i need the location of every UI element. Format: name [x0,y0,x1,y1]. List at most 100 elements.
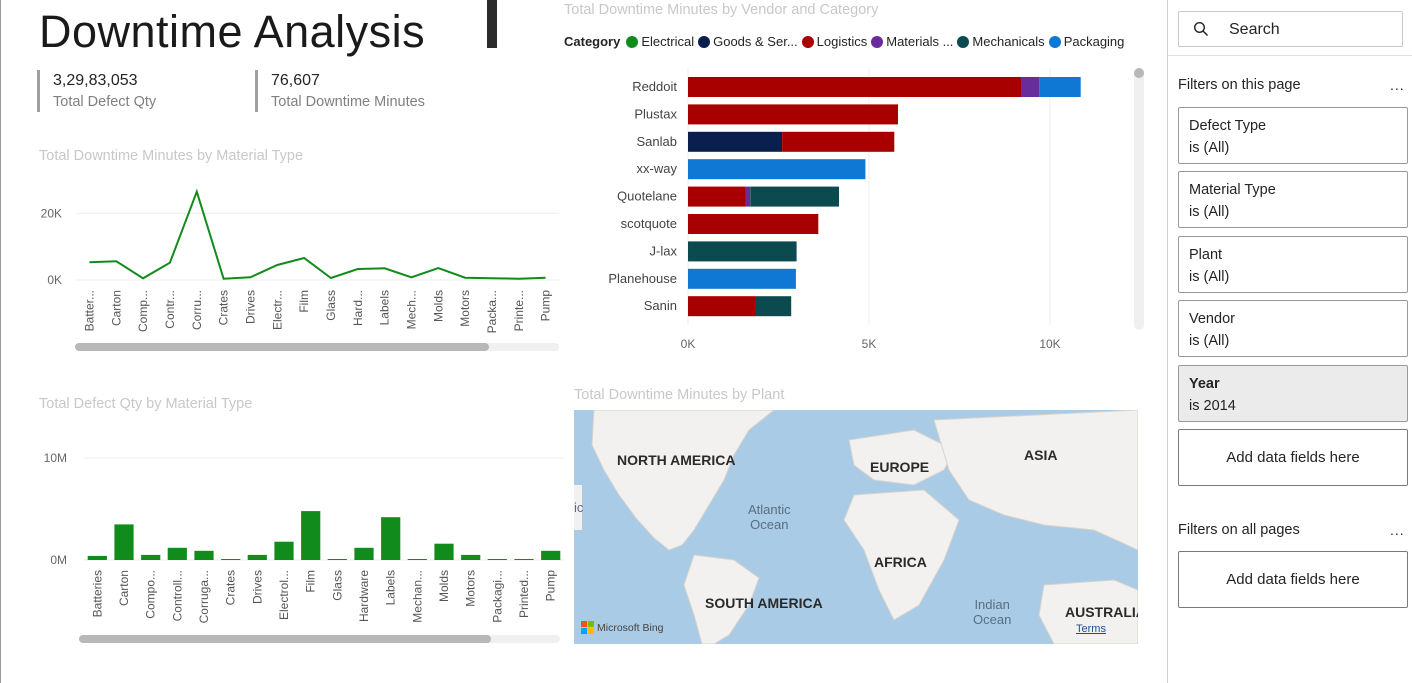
legend-item-materials[interactable]: Materials ... [871,34,953,49]
stacked-bar-segment [782,131,895,152]
x-tick-label: Hardware [357,570,371,622]
line-chart-horizontal-scrollbar[interactable] [75,343,559,351]
add-data-fields-page-dropzone[interactable]: Add data fields here [1178,429,1408,486]
y-tick-label: 10M [44,451,67,465]
x-tick-label: Labels [378,290,392,325]
x-tick-label: Packagi... [490,570,504,623]
more-options-icon[interactable]: ... [1390,77,1405,93]
column-bar [487,559,507,560]
x-tick-label: Drives [243,290,257,324]
more-options-icon[interactable]: ... [1390,522,1405,538]
report-canvas: Downtime Analysis 3,29,83,053 Total Defe… [0,0,1167,683]
column-bar [274,541,294,560]
search-icon [1193,21,1209,37]
column-bar [461,554,481,560]
scrollbar-thumb[interactable] [75,343,489,351]
legend-item-logistics[interactable]: Logistics [801,34,867,49]
material-column-chart[interactable]: 10M 0M Batteries Carton Compo... Controll... C… [21,418,566,633]
x-tick-label: Drives [250,570,264,604]
map-label-indian-ocean: Indian Ocean [973,597,1012,627]
x-tick-label: Printe... [512,290,526,331]
column-bar [434,543,454,560]
x-tick-label: 10K [1039,337,1060,351]
x-tick-label: Hard... [351,290,365,326]
line-series [89,188,546,280]
column-chart-title: Total Defect Qty by Material Type [39,396,253,412]
y-tick-label: J-lax [650,243,678,258]
x-tick-label: Crates [217,290,231,325]
title-accent-bar [487,0,497,48]
legend-title: Category [564,34,621,49]
column-bar [114,524,134,560]
column-bar [327,559,347,560]
x-tick-label: Glass [330,570,344,601]
map-terms-link[interactable]: Terms [1076,623,1106,635]
x-tick-label: Printed... [517,570,531,618]
x-tick-label: Molds [437,570,451,602]
y-tick-label: xx-way [637,161,678,176]
search-input[interactable]: Search [1229,21,1280,39]
x-tick-label: Electr... [270,290,284,330]
x-tick-label: Pump [539,290,553,322]
kpi-card-defect-qty[interactable]: 3,29,83,053 Total Defect Qty [37,70,156,112]
filter-search-box[interactable]: Search [1178,11,1403,47]
map-label-australia: AUSTRALIA [1065,604,1138,620]
filter-card-plant[interactable]: Plant is (All) [1178,236,1408,293]
legend-item-mechanicals[interactable]: Mechanicals [957,34,1045,49]
map-label-asia: ASIA [1024,447,1058,463]
plant-map[interactable]: NORTH AMERICA EUROPE ASIA AFRICA SOUTH A… [574,410,1138,644]
x-tick-label: Controll... [170,570,184,621]
column-chart-horizontal-scrollbar[interactable] [79,635,560,643]
filter-card-material-type[interactable]: Material Type is (All) [1178,171,1408,228]
stacked-bar-segment [688,296,755,317]
x-tick-label: Carton [109,290,123,326]
stacked-bar-segment [688,214,819,234]
x-tick-label: Motors [464,570,478,607]
stacked-bar-segment [745,186,751,207]
page-title: Downtime Analysis [39,6,426,57]
map-label-north-america: NORTH AMERICA [617,452,736,468]
kpi-value: 3,29,83,053 [53,72,138,89]
add-data-fields-all-pages-dropzone[interactable]: Add data fields here [1178,551,1408,608]
column-bar [301,511,321,560]
map-label-edge: ic [574,500,584,515]
x-tick-label: Crates [224,570,238,605]
map-label-south-america: SOUTH AMERICA [705,595,823,611]
y-tick-label: 0M [50,553,67,567]
x-tick-label: Batter... [82,290,96,331]
legend-dot [871,35,884,48]
column-bar [407,559,427,560]
legend-item-packaging[interactable]: Packaging [1048,34,1124,49]
x-tick-label: Comp... [136,290,150,332]
vendor-chart-title: Total Downtime Minutes by Vendor and Cat… [564,2,879,18]
map-land-shapes [574,410,1138,644]
x-tick-label: Molds [431,290,445,322]
legend-dot [1048,35,1061,48]
legend-dot [626,35,639,48]
material-line-chart[interactable]: 20K 0K Batter... Carton Comp... Contr... Corru… [21,170,566,340]
stacked-bar-segment [750,186,839,207]
column-bar [194,550,214,560]
x-tick-label: Mechan... [410,570,424,623]
y-tick-label: Planehouse [608,271,677,286]
filters-pane: Search Filters on this page ... Defect T… [1167,0,1412,683]
column-bar [381,517,401,560]
filter-card-year[interactable]: Year is 2014 [1178,365,1408,422]
vendor-bar-chart[interactable]: 0K 5K 10K Reddoit Plustax Sanlab xx-way Quotela… [561,60,1141,360]
vendor-chart-vertical-scrollbar[interactable] [1134,68,1144,330]
kpi-card-downtime-minutes[interactable]: 76,607 Total Downtime Minutes [255,70,425,112]
legend-item-goods-services[interactable]: Goods & Ser... [698,34,798,49]
x-tick-label: Film [297,290,311,313]
scrollbar-thumb[interactable] [1134,68,1144,78]
x-tick-label: Film [304,570,318,593]
filter-card-vendor[interactable]: Vendor is (All) [1178,300,1408,357]
line-chart-title: Total Downtime Minutes by Material Type [39,148,304,164]
y-tick-label: Plustax [634,106,677,121]
kpi-label: Total Downtime Minutes [271,94,425,110]
stacked-bar-segment [1021,77,1040,97]
filter-card-defect-type[interactable]: Defect Type is (All) [1178,107,1408,164]
legend-item-electrical[interactable]: Electrical [626,34,694,49]
scrollbar-thumb[interactable] [79,635,491,643]
column-bar [87,555,107,560]
x-tick-label: Compo... [144,570,158,619]
